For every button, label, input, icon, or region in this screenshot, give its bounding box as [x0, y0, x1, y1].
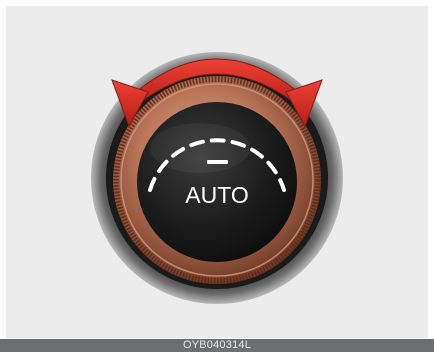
mode-label: AUTO: [185, 182, 248, 208]
figure-caption: OYB040314L: [0, 339, 434, 352]
climate-control-knob-illustration: AUTO: [91, 52, 343, 304]
center-indicator-dash: [207, 160, 228, 164]
